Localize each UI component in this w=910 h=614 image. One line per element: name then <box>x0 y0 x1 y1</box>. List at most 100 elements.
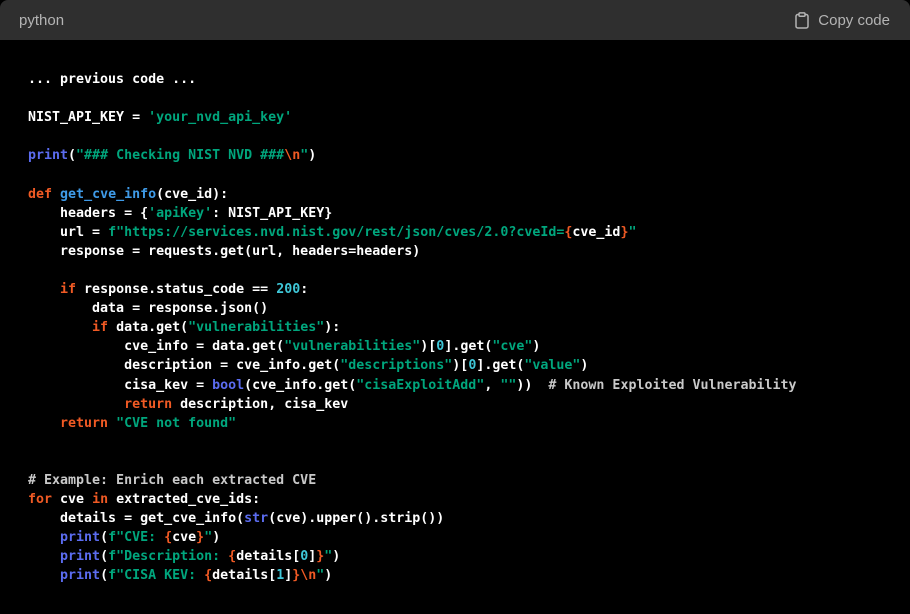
code-token: { <box>164 530 173 546</box>
code-token: return <box>124 396 173 412</box>
code-token: # Example: Enrich each extracted CVE <box>28 472 317 488</box>
code-token: in <box>92 492 109 508</box>
code-token: ( <box>100 568 109 584</box>
code-line: for cve in extracted_cve_ids: <box>28 490 882 509</box>
copy-code-button[interactable]: Copy code <box>794 12 890 29</box>
code-token: ].get( <box>444 339 493 355</box>
language-label: python <box>19 11 65 29</box>
code-line: print(f"Description: {details[0]}") <box>28 547 882 566</box>
code-token: description, cisa_kev <box>172 396 349 412</box>
code-line: headers = {'apiKey': NIST_API_KEY} <box>28 204 882 223</box>
code-token: 'your_nvd_api_key' <box>148 110 293 126</box>
code-token: print <box>28 148 69 164</box>
code-token: "### Checking NIST NVD ### <box>76 148 285 164</box>
code-token: "descriptions" <box>340 358 453 374</box>
code-token: print <box>60 549 101 565</box>
code-token: f"Description: <box>108 549 229 565</box>
code-token: ) <box>532 339 541 355</box>
code-token: headers = { <box>28 205 149 221</box>
code-token: ( <box>68 148 77 164</box>
code-token: get_cve_info <box>60 186 157 202</box>
code-token: cve_id <box>572 224 621 240</box>
code-token: 'apiKey' <box>148 205 213 221</box>
code-token: cve <box>172 530 197 546</box>
code-token: data.get( <box>108 320 189 336</box>
code-line: def get_cve_info(cve_id): <box>28 185 882 204</box>
code-token: details[ <box>212 568 277 584</box>
code-token: str <box>244 511 269 527</box>
code-token: \n <box>300 568 317 584</box>
code-token: cve <box>52 492 93 508</box>
code-token: # Known Exploited Vulnerability <box>548 377 797 393</box>
code-line: if response.status_code == 200: <box>28 280 882 299</box>
code-line: response = requests.get(url, headers=hea… <box>28 242 882 261</box>
code-line: return description, cisa_kev <box>28 395 882 414</box>
code-token: ): <box>324 320 341 336</box>
code-token: description = cve_info.get( <box>28 358 341 374</box>
code-token: ( <box>100 530 109 546</box>
code-token: )[ <box>452 358 469 374</box>
code-token: data = response.json() <box>28 301 269 317</box>
code-token: "vulnerabilities" <box>188 320 325 336</box>
code-token: )) <box>516 377 549 393</box>
code-token: )[ <box>420 339 437 355</box>
code-token: : <box>300 282 309 298</box>
code-line: print(f"CVE: {cve}") <box>28 528 882 547</box>
code-line: description = cve_info.get("descriptions… <box>28 356 882 375</box>
code-token: f"CISA KEV: <box>108 568 205 584</box>
code-line: return "CVE not found" <box>28 414 882 433</box>
code-token: ( <box>100 549 109 565</box>
code-token: ) <box>308 148 317 164</box>
code-line: NIST_API_KEY = 'your_nvd_api_key' <box>28 108 882 127</box>
code-line: url = f"https://services.nvd.nist.gov/re… <box>28 223 882 242</box>
code-block: python Copy code ... previous code ... NI… <box>0 0 910 614</box>
code-token: print <box>60 530 101 546</box>
code-line: details = get_cve_info(str(cve).upper().… <box>28 509 882 528</box>
code-line: print("### Checking NIST NVD ###\n") <box>28 146 882 165</box>
code-token: url = <box>28 224 109 240</box>
code-token: bool <box>212 377 245 393</box>
code-token: f"CVE: <box>108 530 165 546</box>
code-token: "CVE not found" <box>116 415 237 431</box>
code-token: "vulnerabilities" <box>284 339 421 355</box>
code-line: if data.get("vulnerabilities"): <box>28 318 882 337</box>
code-token: extracted_cve_ids: <box>108 492 261 508</box>
code-token: ].get( <box>476 358 525 374</box>
code-token: cisa_kev = <box>28 377 213 393</box>
code-token: } <box>196 530 205 546</box>
code-token: NIST_API_KEY = <box>28 110 149 126</box>
code-token: ) <box>332 549 341 565</box>
code-token: 200 <box>276 282 301 298</box>
code-token: cve_info = data.get( <box>28 339 285 355</box>
code-token: " <box>204 530 213 546</box>
code-content[interactable]: ... previous code ... NIST_API_KEY = 'you… <box>0 40 910 586</box>
code-token: "" <box>500 377 517 393</box>
code-token: f"https://services.nvd.nist.gov/rest/jso… <box>108 224 565 240</box>
code-token: "cisaExploitAdd" <box>356 377 485 393</box>
code-token: ) <box>212 530 221 546</box>
code-token: (cve_id): <box>156 186 229 202</box>
code-token: details[ <box>236 549 301 565</box>
code-token: , <box>484 377 501 393</box>
code-token: response = requests.get(url, headers=hea… <box>28 243 421 259</box>
code-token: response.status_code == <box>76 282 277 298</box>
code-line: print(f"CISA KEV: {details[1]}\n") <box>28 566 882 585</box>
code-token: for <box>28 492 53 508</box>
code-line: cve_info = data.get("vulnerabilities")[0… <box>28 337 882 356</box>
code-token: " <box>628 224 637 240</box>
code-line: cisa_kev = bool(cve_info.get("cisaExploi… <box>28 376 882 395</box>
code-token: print <box>60 568 101 584</box>
code-line: # Example: Enrich each extracted CVE <box>28 471 882 490</box>
code-token: { <box>204 568 213 584</box>
